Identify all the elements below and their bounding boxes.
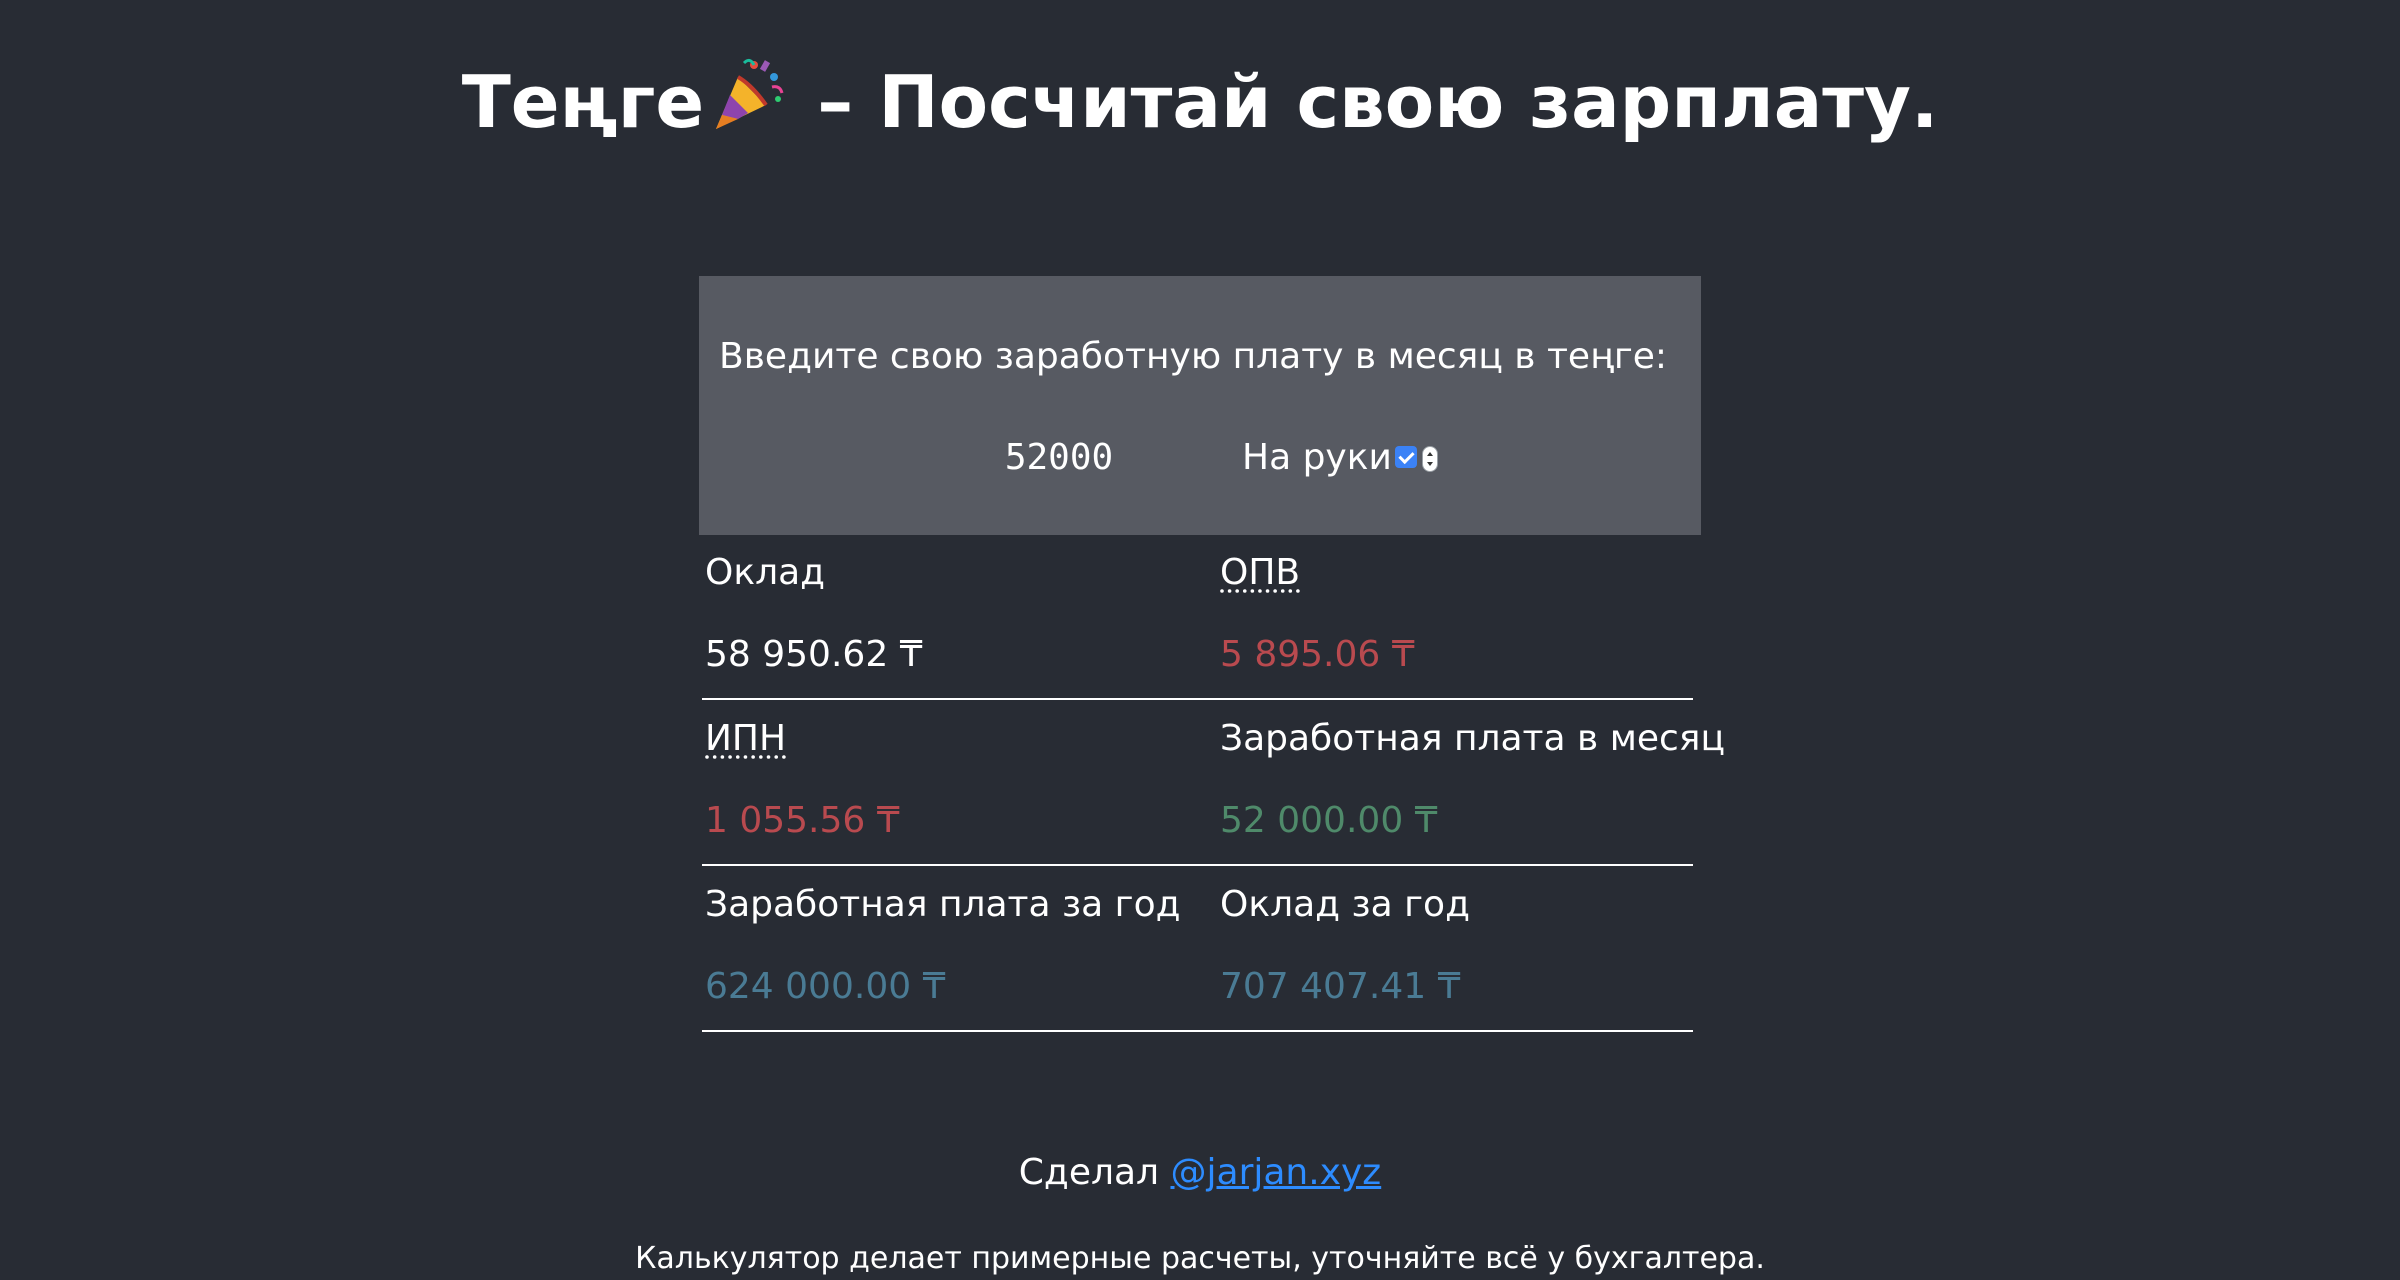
salary-input-wrap [939,432,1438,482]
made-by-text: Сделал [1018,1152,1171,1193]
net-checkbox[interactable] [1395,446,1417,468]
net-label: На руки [1242,437,1392,478]
result-value: 52 000.00 ₸ [1220,800,1438,841]
footer-credit: Сделал @jarjan.xyz [0,1148,2400,1198]
result-value: 707 407.41 ₸ [1220,966,1461,1007]
spin-button-icon[interactable] [1422,446,1438,472]
party-popper-icon [716,58,784,129]
title-suffix: – Посчитай свою зарплату. [792,60,1939,144]
result-label: ИПН [705,718,787,759]
result-cell: ОПВ 5 895.06 ₸ [1156,538,1697,702]
result-value: 5 895.06 ₸ [1220,634,1415,675]
author-link[interactable]: @jarjan.xyz [1171,1152,1382,1193]
result-cell: Оклад за год 707 407.41 ₸ [1156,870,1697,1034]
result-label: ОПВ [1220,552,1301,593]
salary-prompt: Введите свою заработную плату в месяц в … [719,336,1668,377]
result-label: Оклад за год [1220,884,1470,925]
result-value: 624 000.00 ₸ [705,966,946,1007]
disclaimer: Калькулятор делает примерные расчеты, ут… [635,1241,1765,1276]
result-label: Заработная плата в месяц [1220,718,1725,759]
result-cell: Заработная плата в месяц 52 000.00 ₸ [1156,704,1725,868]
result-divider [1156,1030,1693,1032]
page-title: Теңге – Посчитай свою зарплату. [0,52,2400,152]
title-prefix: Теңге [461,60,705,144]
result-label: Оклад [705,552,826,593]
result-value: 1 055.56 ₸ [705,800,900,841]
result-value: 58 950.62 ₸ [705,634,923,675]
result-divider [1156,864,1693,866]
result-label: Заработная плата за год [705,884,1181,925]
salary-input-panel: Введите свою заработную плату в месяц в … [699,276,1701,535]
result-divider [1156,698,1693,700]
salary-input[interactable] [939,432,1179,482]
